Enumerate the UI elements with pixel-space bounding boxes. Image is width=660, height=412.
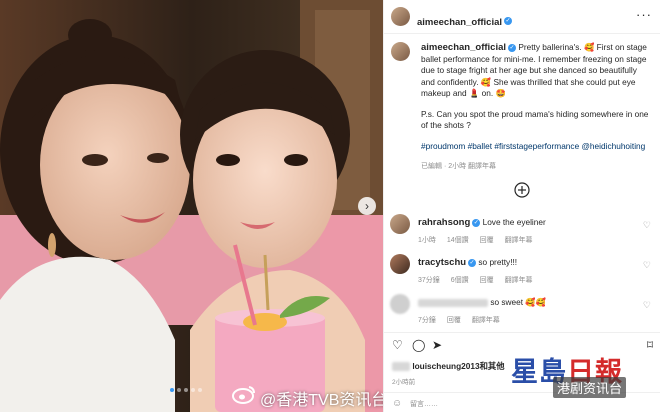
liker-avatar — [392, 362, 410, 372]
comment-username[interactable]: rahrahsong — [418, 217, 470, 228]
comment-body: so sweet 🥰🥰 7分鐘 回覆 翻譯年幕 — [418, 297, 633, 325]
author-username[interactable]: aimeechan_official — [417, 17, 502, 28]
comment-likes[interactable]: 6個讚 — [451, 277, 469, 284]
caption-avatar[interactable] — [391, 42, 410, 61]
comment-item: so sweet 🥰🥰 7分鐘 回覆 翻譯年幕 ♡ — [390, 294, 655, 328]
likes-row: louischeung2013和其他 — [392, 360, 505, 372]
weibo-icon — [232, 386, 255, 404]
comment-translate[interactable]: 翻譯年幕 — [505, 237, 533, 244]
heart-icon[interactable]: ♡ — [643, 220, 651, 231]
post-time: 2小時前 — [392, 379, 416, 386]
heart-icon[interactable]: ♡ — [643, 300, 651, 311]
emoji-icon[interactable]: ☺ — [392, 398, 402, 409]
caption-meta: 已編輯 · 2小時 翻譯年幕 — [421, 163, 497, 170]
watermark-text: @香港TVB资讯台 — [260, 392, 388, 409]
comment-item: tracytschu ✓ so pretty!!! 37分鐘 6個讚 回覆 翻譯年… — [390, 254, 655, 288]
instagram-post-view: › @香港TVB资讯台 aimeechan_official ✓ ··· aime… — [0, 0, 660, 412]
comment-username[interactable]: tracytschu — [418, 257, 466, 268]
post-caption: aimeechan_official ✓ Pretty ballerina's. … — [421, 42, 653, 173]
comment-translate[interactable]: 翻譯年幕 — [472, 317, 500, 324]
brand-sub: 港剧资讯台 — [553, 377, 627, 398]
comment-meta: 1小時 14個讚 回覆 翻譯年幕 — [418, 235, 633, 245]
carousel-next-button[interactable]: › — [358, 197, 376, 215]
carousel-dot — [198, 388, 202, 392]
comment-time: 1小時 — [418, 237, 436, 244]
comment-body: tracytschu ✓ so pretty!!! 37分鐘 6個讚 回覆 翻譯年… — [418, 257, 633, 285]
more-icon[interactable]: ··· — [636, 7, 652, 22]
comment-time: 37分鐘 — [418, 277, 440, 284]
commenter-avatar[interactable] — [390, 254, 410, 274]
verified-icon: ✓ — [504, 16, 513, 25]
verified-icon: ✓ — [468, 258, 477, 267]
carousel-dot — [191, 388, 195, 392]
carousel-dot — [177, 388, 181, 392]
load-more-comments-icon[interactable] — [514, 182, 530, 198]
post-header: aimeechan_official ✓ ··· — [384, 0, 660, 34]
share-icon[interactable]: ➤ — [432, 338, 442, 352]
author-avatar[interactable] — [391, 7, 410, 26]
comment-icon[interactable]: ◯ — [412, 338, 425, 352]
blurred-username — [418, 298, 488, 307]
bookmark-icon[interactable]: ⌑ — [647, 338, 653, 352]
comment-likes[interactable]: 14個讚 — [447, 237, 469, 244]
likes-line[interactable]: louischeung2013和其他 — [412, 361, 504, 371]
comment-item: rahrahsong ✓ Love the eyeliner 1小時 14個讚 回… — [390, 214, 655, 248]
photo-illustration — [0, 0, 383, 412]
carousel-dot — [184, 388, 188, 392]
verified-icon: ✓ — [508, 43, 517, 52]
comment-body: rahrahsong ✓ Love the eyeliner 1小時 14個讚 回… — [418, 217, 633, 245]
caption-hashtags[interactable]: #proudmom #ballet #firststageperformance… — [421, 141, 653, 153]
verified-icon: ✓ — [472, 218, 481, 227]
comment-meta: 37分鐘 6個讚 回覆 翻譯年幕 — [418, 275, 633, 285]
comment-reply[interactable]: 回覆 — [447, 317, 461, 324]
carousel-dots — [170, 388, 202, 392]
commenter-avatar[interactable] — [390, 214, 410, 234]
comment-reply[interactable]: 回覆 — [480, 277, 494, 284]
caption-username[interactable]: aimeechan_official — [421, 42, 506, 53]
carousel-dot — [170, 388, 174, 392]
comment-time: 7分鐘 — [418, 317, 436, 324]
comment-text: so sweet 🥰🥰 — [490, 297, 547, 307]
comment-translate[interactable]: 翻譯年幕 — [505, 277, 533, 284]
heart-icon[interactable]: ♡ — [643, 260, 651, 271]
comment-text: so pretty!!! — [478, 257, 518, 267]
post-photo[interactable]: › — [0, 0, 383, 412]
caption-ps: P.s. Can you spot the proud mama's hidin… — [421, 108, 649, 131]
comment-reply[interactable]: 回覆 — [480, 237, 494, 244]
add-comment-input[interactable]: 留言…… — [410, 399, 438, 409]
header-user: aimeechan_official ✓ — [417, 12, 513, 30]
heart-icon[interactable]: ♡ — [392, 338, 403, 352]
comment-text: Love the eyeliner — [482, 217, 546, 227]
comment-meta: 7分鐘 回覆 翻譯年幕 — [418, 315, 633, 325]
commenter-avatar[interactable] — [390, 294, 410, 314]
caption-first-paragraph: aimeechan_official ✓ Pretty ballerina's. … — [421, 42, 653, 100]
